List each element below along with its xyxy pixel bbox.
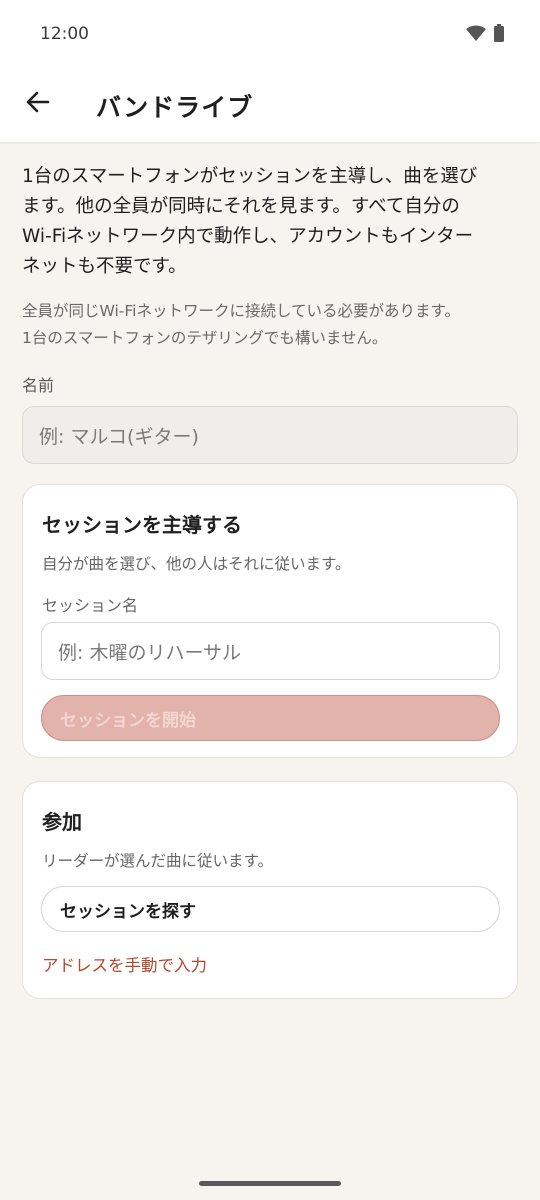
intro-text: 1台のスマートフォンがセッションを主導し、曲を選び ます。他の全員が同時にそれを… — [22, 162, 518, 282]
lead-session-card: セッションを主導する 自分が曲を選び、他の人はそれに従います。 セッション名 例… — [22, 484, 518, 758]
note-line: 1台のスマートフォンのテザリングでも構いません。 — [22, 329, 388, 347]
manual-address-link[interactable]: アドレスを手動で入力 — [42, 952, 207, 976]
status-bar: 12:00 — [0, 0, 540, 68]
lead-card-title: セッションを主導する — [42, 513, 242, 537]
join-card-title: 参加 — [42, 810, 82, 834]
network-note: 全員が同じWi-Fiネットワークに接続している必要があります。 1台のスマートフ… — [22, 298, 518, 352]
join-card-description: リーダーが選んだ曲に従います。 — [42, 852, 273, 870]
intro-line: Wi-Fiネットワーク内で動作し、アカウントもインター — [22, 226, 474, 247]
page-title: バンドライブ — [96, 93, 254, 122]
note-line: 全員が同じWi-Fiネットワークに接続している必要があります。 — [22, 302, 460, 320]
session-name-placeholder: 例: 木曜のリハーサル — [58, 641, 242, 664]
wifi-icon — [466, 25, 486, 45]
arrow-left-icon — [25, 89, 51, 119]
session-name-input[interactable]: 例: 木曜のリハーサル — [41, 622, 500, 680]
app-bar: バンドライブ — [0, 68, 540, 142]
start-session-button[interactable]: セッションを開始 — [41, 695, 500, 741]
name-label: 名前 — [22, 376, 55, 395]
find-session-button[interactable]: セッションを探す — [41, 886, 500, 932]
join-session-card: 参加 リーダーが選んだ曲に従います。 セッションを探す アドレスを手動で入力 — [22, 781, 518, 999]
name-input-placeholder: 例: マルコ(ギター) — [39, 425, 199, 448]
name-input[interactable]: 例: マルコ(ギター) — [22, 406, 518, 464]
intro-line: ます。他の全員が同時にそれを見ます。すべて自分の — [22, 196, 460, 217]
intro-line: ネットも不要です。 — [22, 256, 187, 277]
home-indicator[interactable] — [199, 1181, 341, 1186]
status-icons — [466, 24, 504, 46]
lead-card-description: 自分が曲を選び、他の人はそれに従います。 — [42, 555, 351, 573]
intro-line: 1台のスマートフォンがセッションを主導し、曲を選び — [22, 166, 478, 187]
session-name-label: セッション名 — [42, 596, 139, 615]
battery-icon — [494, 24, 504, 46]
back-button[interactable] — [16, 82, 60, 126]
status-time: 12:00 — [40, 24, 89, 44]
intro-section: 1台のスマートフォンがセッションを主導し、曲を選び ます。他の全員が同時にそれを… — [22, 162, 518, 464]
